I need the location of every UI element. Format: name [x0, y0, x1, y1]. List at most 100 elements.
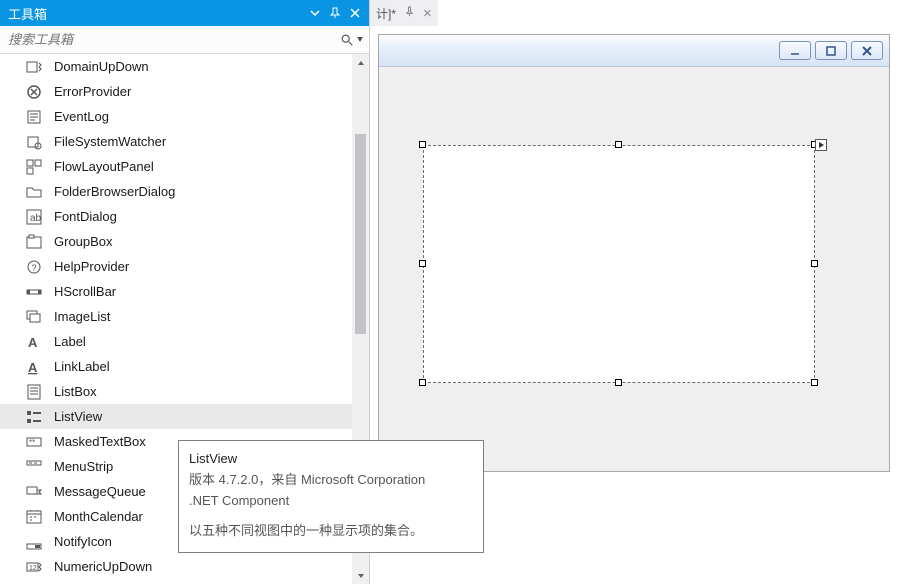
toolbox-item-label: FileSystemWatcher [54, 134, 166, 149]
label-icon: A [26, 334, 42, 350]
design-canvas[interactable] [379, 67, 889, 471]
tooltip: ListView 版本 4.7.2.0，来自 Microsoft Corpora… [178, 440, 484, 553]
toolbox-item-label: EventLog [54, 109, 109, 124]
menu-icon [26, 459, 42, 475]
scroll-down-icon[interactable] [352, 567, 369, 584]
tooltip-component: .NET Component [189, 491, 473, 512]
toolbox-item[interactable]: ListBox [0, 379, 369, 404]
close-panel-icon[interactable] [345, 3, 365, 23]
toolbox-item-label: MessageQueue [54, 484, 146, 499]
toolbox-item-label: HelpProvider [54, 259, 129, 274]
svg-text:A: A [28, 335, 38, 350]
toolbox-item[interactable]: ListView [0, 404, 369, 429]
scroll-up-icon[interactable] [352, 54, 369, 71]
toolbox-title-text: 工具箱 [8, 4, 305, 23]
listview-icon [26, 409, 42, 425]
toolbox-item-label: ListView [54, 409, 102, 424]
form-designer-surface[interactable] [378, 34, 890, 472]
group-icon [26, 234, 42, 250]
listview-control[interactable] [423, 145, 815, 383]
svg-text:ab: ab [30, 213, 42, 224]
error-icon [26, 84, 42, 100]
numeric-icon: 12 [26, 559, 42, 575]
toolbox-item-label: NumericUpDown [54, 559, 152, 574]
toolbox-item-label: ErrorProvider [54, 84, 131, 99]
toolbox-item[interactable]: A Label [0, 329, 369, 354]
fsw-icon [26, 134, 42, 150]
toolbox-item-label: GroupBox [54, 234, 113, 249]
svg-text:12: 12 [29, 565, 37, 572]
resize-handle[interactable] [419, 260, 426, 267]
pin-icon[interactable] [325, 3, 345, 23]
toolbox-item-label: LinkLabel [54, 359, 110, 374]
toolbox-item-label: MaskedTextBox [54, 434, 146, 449]
toolbox-item-label: ListBox [54, 384, 97, 399]
toolbox-item[interactable]: ? HelpProvider [0, 254, 369, 279]
chevron-down-icon [357, 37, 363, 42]
smart-tag-icon[interactable] [815, 139, 827, 151]
tooltip-version: 版本 4.7.2.0，来自 Microsoft Corporation [189, 470, 473, 491]
notify-icon [26, 534, 42, 550]
close-button[interactable] [851, 41, 883, 60]
minimize-button[interactable] [779, 41, 811, 60]
toolbox-item-label: MenuStrip [54, 459, 113, 474]
tab-label: 计]* [376, 5, 396, 22]
search-input[interactable] [8, 32, 340, 47]
resize-handle[interactable] [811, 379, 818, 386]
toolbox-item[interactable]: HScrollBar [0, 279, 369, 304]
font-icon: ab [26, 209, 42, 225]
toolbox-item-label: NotifyIcon [54, 534, 112, 549]
toolbox-item[interactable]: DomainUpDown [0, 54, 369, 79]
toolbox-item[interactable]: FileSystemWatcher [0, 129, 369, 154]
link-icon: A [26, 359, 42, 375]
toolbox-item[interactable]: FlowLayoutPanel [0, 154, 369, 179]
toolbox-item-label: Label [54, 334, 86, 349]
updown-icon [26, 59, 42, 75]
toolbox-item-label: DomainUpDown [54, 59, 149, 74]
toolbox-item[interactable]: FolderBrowserDialog [0, 179, 369, 204]
listbox-icon [26, 384, 42, 400]
document-tab[interactable]: 计]* × [370, 0, 438, 26]
toolbox-item[interactable]: GroupBox [0, 229, 369, 254]
masked-icon: ** [26, 434, 42, 450]
pin-icon[interactable] [404, 6, 415, 20]
tooltip-title: ListView [189, 449, 473, 470]
flow-icon [26, 159, 42, 175]
panel-menu-icon[interactable] [305, 3, 325, 23]
cal-icon [26, 509, 42, 525]
toolbox-item[interactable]: ErrorProvider [0, 79, 369, 104]
toolbox-item-label: FontDialog [54, 209, 117, 224]
svg-text:A: A [28, 360, 38, 375]
toolbox-item-label: MonthCalendar [54, 509, 143, 524]
toolbox-item[interactable]: EventLog [0, 104, 369, 129]
tooltip-description: 以五种不同视图中的一种显示项的集合。 [189, 521, 473, 542]
toolbox-search [0, 26, 369, 54]
toolbox-item[interactable]: 12 NumericUpDown [0, 554, 369, 579]
help-icon: ? [26, 259, 42, 275]
hscroll-icon [26, 284, 42, 300]
mq-icon [26, 484, 42, 500]
toolbox-item-label: HScrollBar [54, 284, 116, 299]
search-icon[interactable] [340, 33, 363, 47]
toolbox-item-label: FolderBrowserDialog [54, 184, 175, 199]
eventlog-icon [26, 109, 42, 125]
imagelist-icon [26, 309, 42, 325]
resize-handle[interactable] [419, 379, 426, 386]
toolbox-item[interactable]: ImageList [0, 304, 369, 329]
toolbox-item[interactable]: ab FontDialog [0, 204, 369, 229]
toolbox-item-label: ImageList [54, 309, 110, 324]
toolbox-item-label: FlowLayoutPanel [54, 159, 154, 174]
resize-handle[interactable] [419, 141, 426, 148]
resize-handle[interactable] [811, 260, 818, 267]
svg-text:**: ** [29, 438, 35, 447]
svg-text:?: ? [32, 263, 37, 273]
toolbox-item[interactable]: A LinkLabel [0, 354, 369, 379]
form-titlebar [379, 35, 889, 67]
close-tab-icon[interactable]: × [423, 6, 432, 21]
scroll-thumb[interactable] [355, 134, 366, 334]
toolbox-titlebar: 工具箱 [0, 0, 369, 26]
resize-handle[interactable] [615, 379, 622, 386]
resize-handle[interactable] [615, 141, 622, 148]
folder-icon [26, 184, 42, 200]
maximize-button[interactable] [815, 41, 847, 60]
